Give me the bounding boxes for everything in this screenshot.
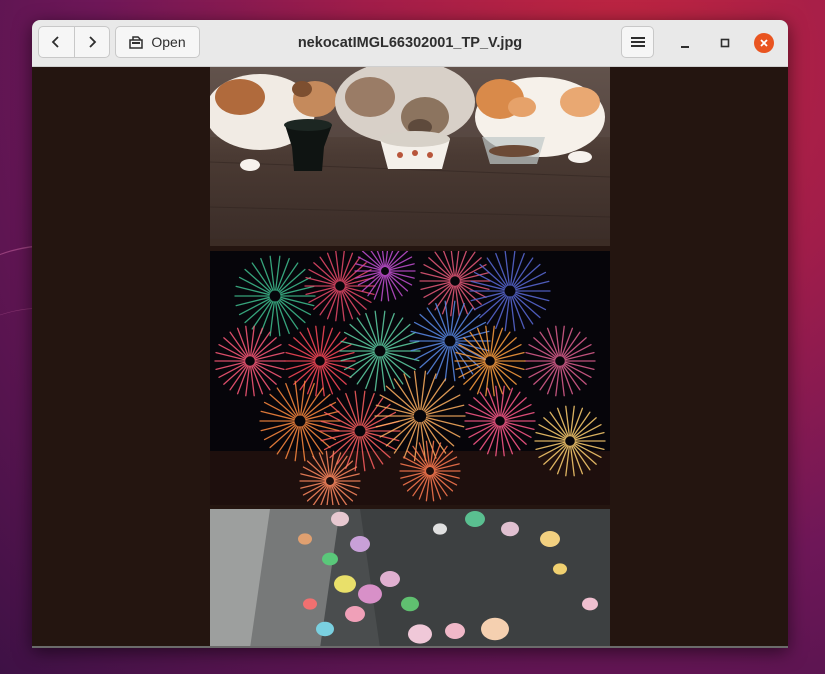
minimize-button[interactable] (675, 33, 695, 53)
close-icon (760, 39, 768, 47)
maximize-icon (720, 38, 730, 48)
navigation-button-group (38, 26, 110, 58)
window-title: nekocatIMGL66302001_TP_V.jpg (297, 35, 523, 51)
photo-fireworks (210, 251, 610, 505)
back-button[interactable] (39, 27, 74, 57)
minimize-icon (681, 46, 689, 48)
photo-cats (210, 67, 610, 246)
main-menu-button[interactable] (621, 26, 654, 58)
photo-climbing-wall (210, 509, 610, 648)
open-button-label: Open (151, 34, 186, 50)
chevron-left-icon (51, 36, 59, 48)
chevron-right-icon (89, 36, 97, 48)
close-button[interactable] (754, 33, 774, 53)
header-bar: Open nekocatIMGL66302001_TP_V.jpg (32, 20, 788, 67)
open-button[interactable]: Open (115, 26, 200, 58)
image-viewer-window: Open nekocatIMGL66302001_TP_V.jpg (32, 20, 788, 648)
hamburger-menu-icon (630, 37, 645, 47)
maximize-button[interactable] (715, 33, 735, 53)
image-canvas[interactable] (32, 67, 788, 648)
folder-open-icon (129, 36, 144, 49)
window-bottom-border (32, 646, 788, 648)
forward-button[interactable] (73, 27, 110, 57)
